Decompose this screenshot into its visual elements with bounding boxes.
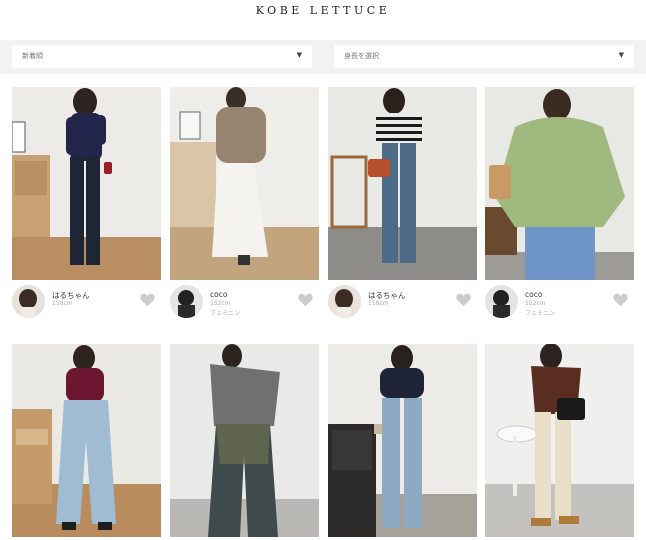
avatar[interactable] — [485, 285, 518, 318]
filter-bar: 新着順 ▼ 身長を選択 ▼ — [0, 40, 646, 74]
user-height: 158cm — [368, 300, 389, 307]
heart-icon[interactable] — [298, 293, 313, 307]
user-height: 152cm — [525, 300, 546, 307]
height-select-value: 身長を選択 — [344, 52, 379, 60]
outfit-photo[interactable] — [170, 344, 319, 537]
post-user: coco 152cm フェミニン — [485, 285, 634, 319]
heart-icon[interactable] — [456, 293, 471, 307]
chevron-down-icon: ▼ — [296, 51, 302, 59]
outfit-photo[interactable] — [328, 87, 477, 280]
outfit-photo[interactable] — [328, 344, 477, 537]
height-select[interactable]: 身長を選択 ▼ — [334, 45, 634, 68]
user-height: 152cm — [210, 300, 231, 307]
outfit-photo[interactable] — [170, 87, 319, 280]
avatar[interactable] — [170, 285, 203, 318]
outfit-photo[interactable] — [12, 87, 161, 280]
outfit-photo[interactable] — [12, 344, 161, 537]
user-height: 158cm — [52, 300, 73, 307]
user-name[interactable]: coco — [210, 290, 227, 299]
outfit-photo[interactable] — [485, 87, 634, 280]
user-style: フェミニン — [525, 310, 556, 317]
post-user: はるちゃん 158cm — [328, 285, 477, 319]
sort-select-value: 新着順 — [22, 52, 43, 60]
user-style: フェミニン — [210, 310, 241, 317]
avatar[interactable] — [328, 285, 361, 318]
avatar[interactable] — [12, 285, 45, 318]
site-logo[interactable]: KOBE LETTUCE — [0, 4, 646, 17]
chevron-down-icon: ▼ — [618, 51, 624, 59]
user-name[interactable]: coco — [525, 290, 542, 299]
outfit-photo[interactable] — [485, 344, 634, 537]
heart-icon[interactable] — [140, 293, 155, 307]
post-user: coco 152cm フェミニン — [170, 285, 319, 319]
sort-select[interactable]: 新着順 ▼ — [12, 45, 312, 68]
site-header: KOBE LETTUCE — [0, 0, 646, 40]
heart-icon[interactable] — [613, 293, 628, 307]
post-user: はるちゃん 158cm — [12, 285, 161, 319]
